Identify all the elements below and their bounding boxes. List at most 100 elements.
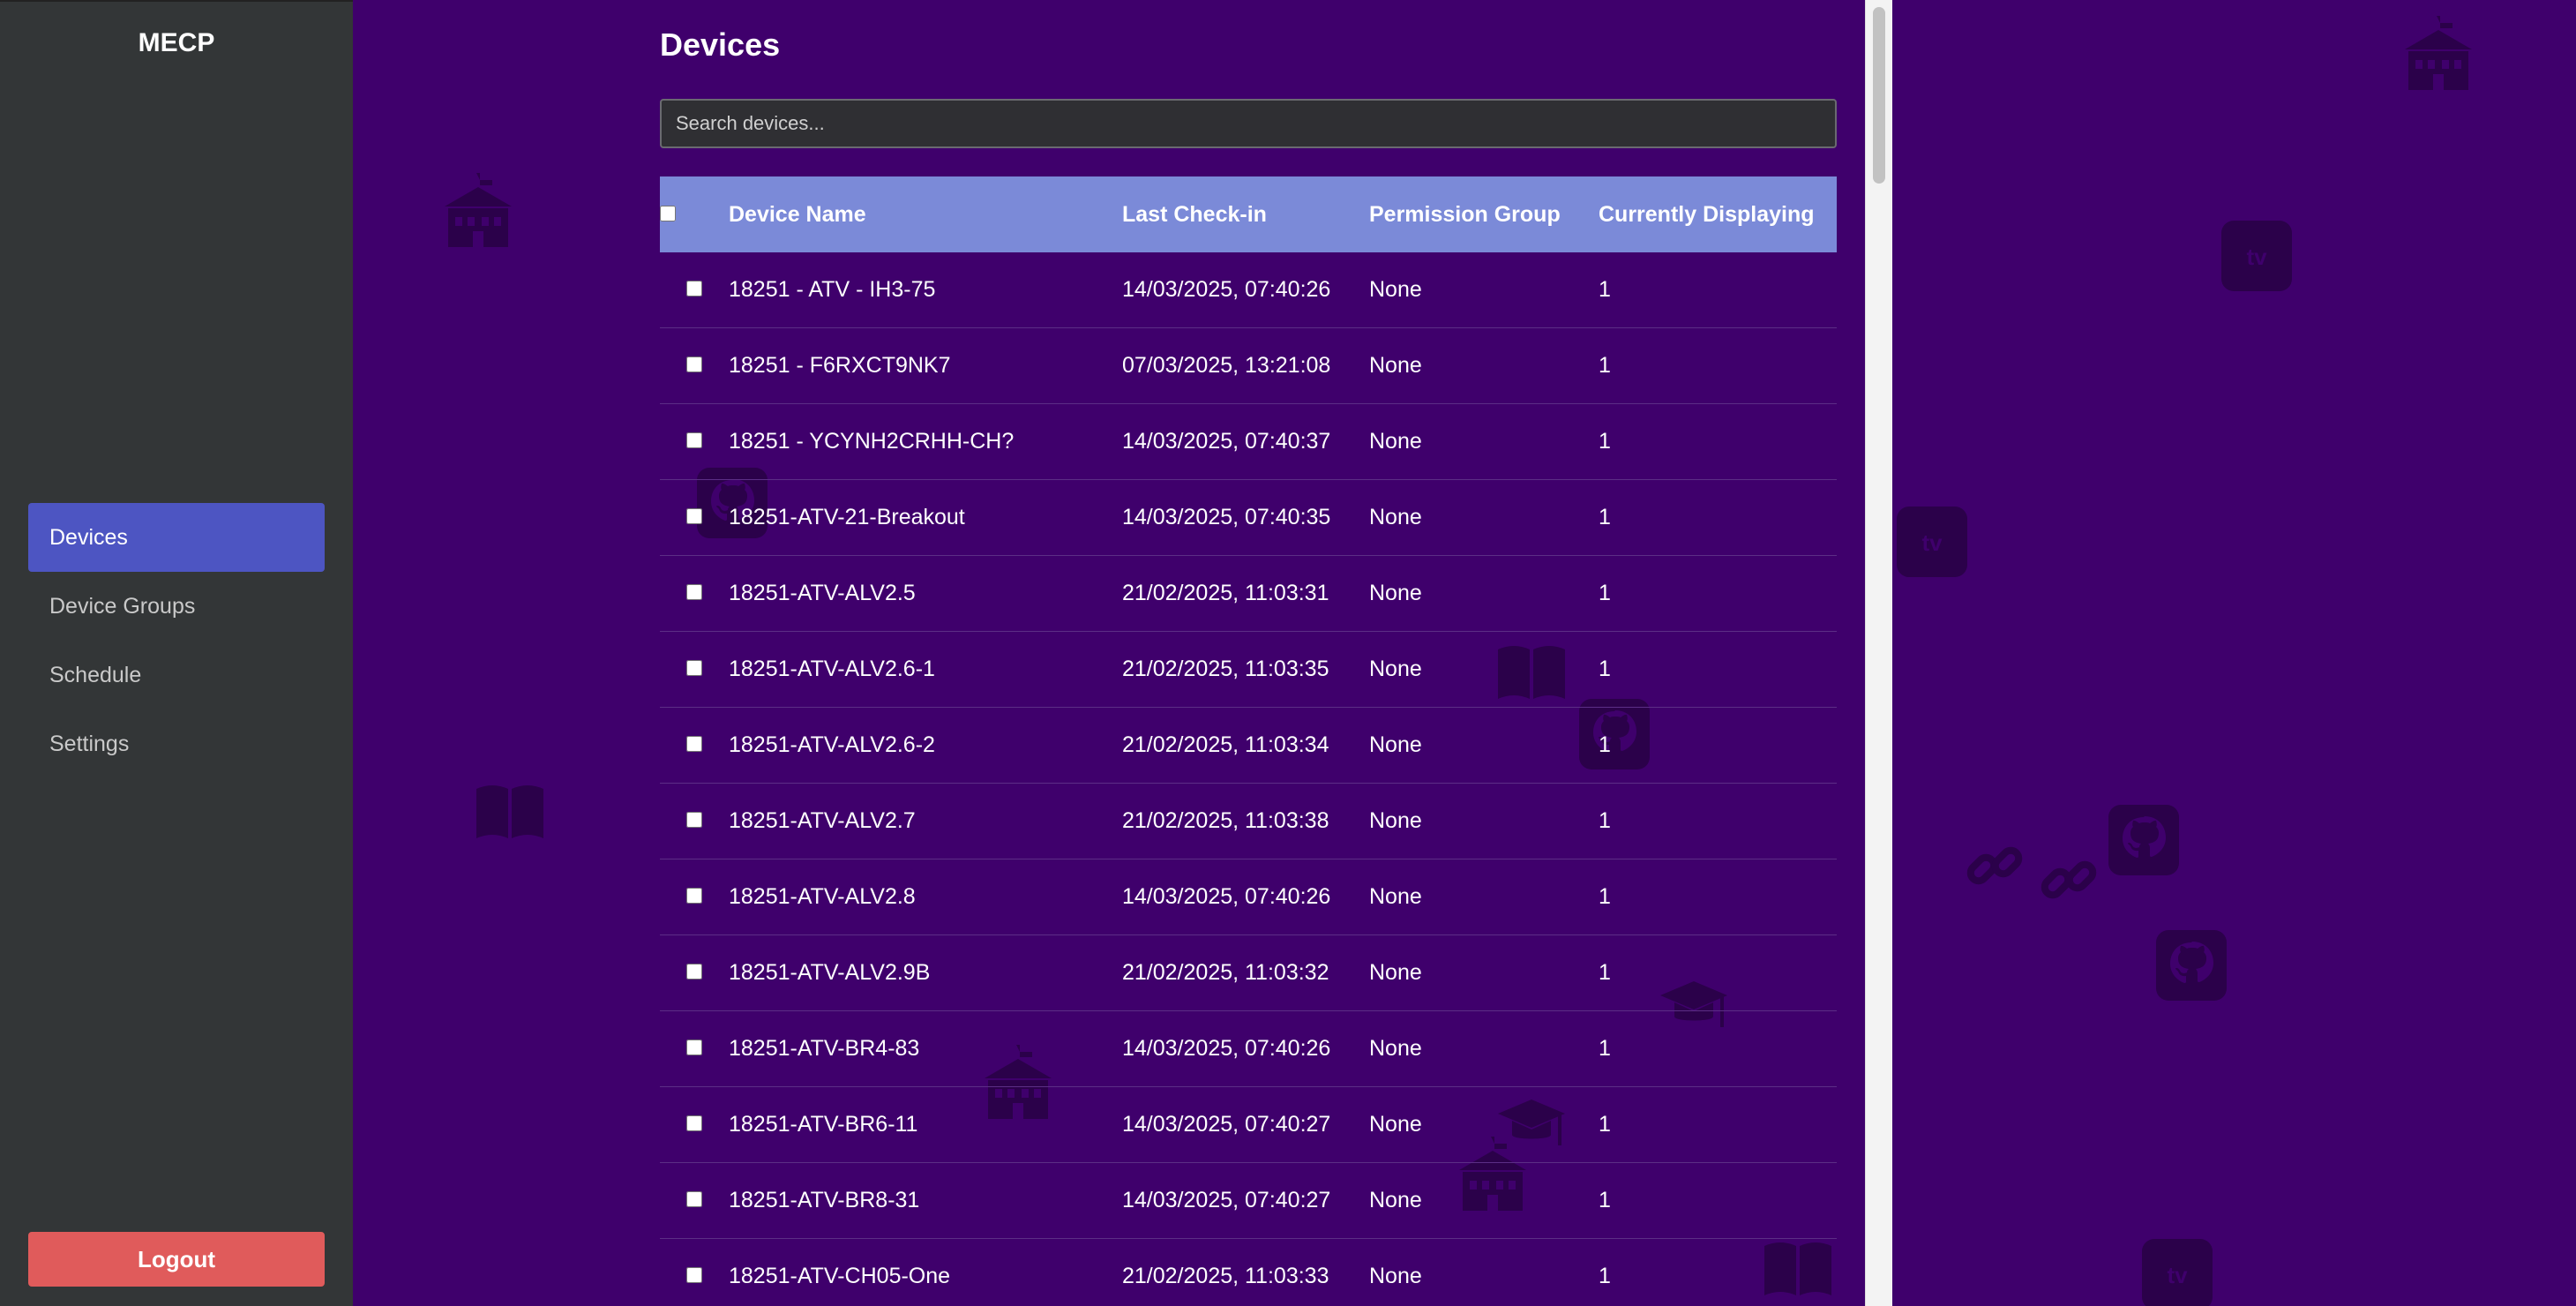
table-row[interactable]: 18251-ATV-ALV2.9B 21/02/2025, 11:03:32 N… [660,934,1837,1011]
device-name-cell: 18251-ATV-CH05-One [729,1238,1122,1306]
last-checkin-cell: 14/03/2025, 07:40:26 [1122,1010,1369,1087]
search-input[interactable] [660,99,1837,148]
currently-displaying-cell: 1 [1599,859,1837,935]
currently-displaying-cell: 1 [1599,707,1837,784]
table-row[interactable]: 18251-ATV-ALV2.6-2 21/02/2025, 11:03:34 … [660,707,1837,784]
svg-text:tv: tv [2246,244,2267,270]
device-name-cell: 18251-ATV-BR6-11 [729,1086,1122,1163]
permission-group-cell: None [1369,1010,1599,1087]
page-title: Devices [660,26,781,63]
row-checkbox[interactable] [686,888,702,904]
permission-group-cell: None [1369,555,1599,632]
row-select-cell [660,403,729,480]
currently-displaying-cell: 1 [1599,783,1837,859]
last-checkin-cell: 21/02/2025, 11:03:33 [1122,1238,1369,1306]
table-row[interactable]: 18251-ATV-21-Breakout 14/03/2025, 07:40:… [660,479,1837,556]
currently-displaying-cell: 1 [1599,479,1837,556]
table-row[interactable]: 18251-ATV-BR4-83 14/03/2025, 07:40:26 No… [660,1010,1837,1087]
row-checkbox[interactable] [686,357,702,372]
row-select-cell [660,1086,729,1163]
table-row[interactable]: 18251-ATV-ALV2.8 14/03/2025, 07:40:26 No… [660,859,1837,935]
row-checkbox[interactable] [686,432,702,448]
row-select-cell [660,1238,729,1306]
last-checkin-cell: 21/02/2025, 11:03:34 [1122,707,1369,784]
row-checkbox[interactable] [686,736,702,752]
row-select-cell [660,479,729,556]
column-header-last-checkin[interactable]: Last Check-in [1122,176,1369,252]
table-row[interactable]: 18251-ATV-BR8-31 14/03/2025, 07:40:27 No… [660,1162,1837,1239]
row-checkbox[interactable] [686,660,702,676]
permission-group-cell: None [1369,631,1599,708]
device-name-cell: 18251-ATV-ALV2.6-2 [729,707,1122,784]
table-row[interactable]: 18251-ATV-ALV2.6-1 21/02/2025, 11:03:35 … [660,631,1837,708]
apple-tv-icon: tv [2142,1239,2213,1306]
select-all-checkbox[interactable] [660,205,676,221]
row-checkbox[interactable] [686,812,702,828]
currently-displaying-cell: 1 [1599,1010,1837,1087]
currently-displaying-cell: 1 [1599,934,1837,1011]
school-icon [441,173,515,249]
link-icon [2038,849,2100,911]
last-checkin-cell: 14/03/2025, 07:40:35 [1122,479,1369,556]
row-checkbox[interactable] [686,1040,702,1055]
currently-displaying-cell: 1 [1599,1086,1837,1163]
row-checkbox[interactable] [686,964,702,980]
row-select-cell [660,631,729,708]
row-select-cell [660,707,729,784]
github-icon [2156,930,2227,1001]
row-select-cell [660,1162,729,1239]
permission-group-cell: None [1369,859,1599,935]
main-scrollbar[interactable] [1865,0,1892,1306]
row-select-cell [660,859,729,935]
device-name-cell: 18251-ATV-BR4-83 [729,1010,1122,1087]
permission-group-cell: None [1369,327,1599,404]
last-checkin-cell: 14/03/2025, 07:40:26 [1122,859,1369,935]
column-header-device-name[interactable]: Device Name [729,176,1122,252]
permission-group-cell: None [1369,1238,1599,1306]
row-checkbox[interactable] [686,281,702,296]
table-row[interactable]: 18251-ATV-ALV2.5 21/02/2025, 11:03:31 No… [660,555,1837,632]
currently-displaying-cell: 1 [1599,1238,1837,1306]
sidebar-item-schedule[interactable]: Schedule [28,641,325,709]
app-brand: MECP [138,28,215,57]
last-checkin-cell: 14/03/2025, 07:40:26 [1122,252,1369,328]
permission-group-cell: None [1369,783,1599,859]
link-icon [1964,835,2026,897]
row-select-cell [660,555,729,632]
device-name-cell: 18251-ATV-ALV2.8 [729,859,1122,935]
device-name-cell: 18251-ATV-ALV2.7 [729,783,1122,859]
apple-tv-icon: tv [2221,221,2292,291]
table-row[interactable]: 18251 - ATV - IH3-75 14/03/2025, 07:40:2… [660,252,1837,328]
row-checkbox[interactable] [686,1191,702,1207]
sidebar-nav: Devices Device Groups Schedule Settings [28,503,325,778]
sidebar-item-device-groups[interactable]: Device Groups [28,572,325,641]
row-select-cell [660,252,729,328]
row-checkbox[interactable] [686,1115,702,1131]
devices-table: Device Name Last Check-in Permission Gro… [660,176,1837,1306]
column-header-permission-group[interactable]: Permission Group [1369,176,1599,252]
table-row[interactable]: 18251-ATV-ALV2.7 21/02/2025, 11:03:38 No… [660,783,1837,859]
last-checkin-cell: 21/02/2025, 11:03:31 [1122,555,1369,632]
table-row[interactable]: 18251-ATV-CH05-One 21/02/2025, 11:03:33 … [660,1238,1837,1306]
sidebar-item-settings[interactable]: Settings [28,709,325,778]
permission-group-cell: None [1369,707,1599,784]
row-checkbox[interactable] [686,1267,702,1283]
sidebar-item-devices[interactable]: Devices [28,503,325,572]
logout-button[interactable]: Logout [28,1232,325,1287]
row-select-cell [660,327,729,404]
table-row[interactable]: 18251-ATV-BR6-11 14/03/2025, 07:40:27 No… [660,1086,1837,1163]
last-checkin-cell: 21/02/2025, 11:03:35 [1122,631,1369,708]
scrollbar-thumb[interactable] [1873,7,1885,184]
column-header-currently-displaying[interactable]: Currently Displaying [1599,176,1837,252]
currently-displaying-cell: 1 [1599,631,1837,708]
row-checkbox[interactable] [686,584,702,600]
row-checkbox[interactable] [686,508,702,524]
table-row[interactable]: 18251 - YCYNH2CRHH-CH? 14/03/2025, 07:40… [660,403,1837,480]
device-name-cell: 18251-ATV-BR8-31 [729,1162,1122,1239]
table-header-row: Device Name Last Check-in Permission Gro… [660,176,1837,252]
github-icon [2108,805,2179,875]
last-checkin-cell: 07/03/2025, 13:21:08 [1122,327,1369,404]
table-row[interactable]: 18251 - F6RXCT9NK7 07/03/2025, 13:21:08 … [660,327,1837,404]
currently-displaying-cell: 1 [1599,252,1837,328]
permission-group-cell: None [1369,403,1599,480]
